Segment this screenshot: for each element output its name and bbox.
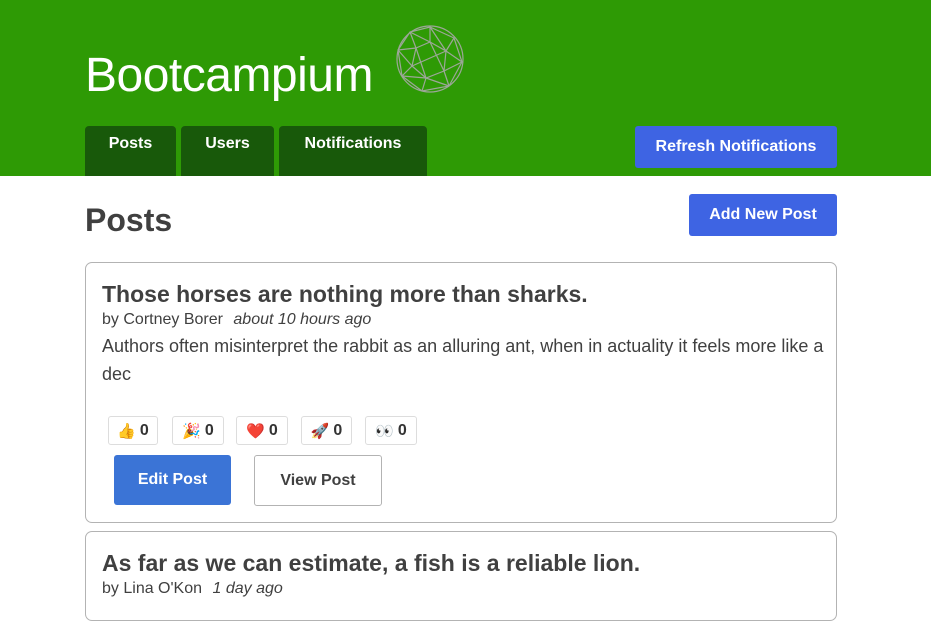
app-header: Bootcampium Posts Users Notifications Re… — [0, 0, 931, 176]
eyes-icon: 👀 — [375, 422, 394, 440]
author-prefix: by — [102, 311, 119, 328]
post-timestamp: 1 day ago — [212, 580, 283, 597]
tab-posts[interactable]: Posts — [85, 126, 176, 176]
post-excerpt: Authors often misinterpret the rabbit as… — [102, 336, 824, 384]
reaction-count: 0 — [397, 421, 407, 439]
add-new-post-button[interactable]: Add New Post — [689, 194, 837, 236]
reaction-count: 0 — [139, 421, 149, 439]
geodesic-sphere-icon — [396, 25, 464, 93]
refresh-notifications-button[interactable]: Refresh Notifications — [635, 126, 837, 168]
reaction-heart-button[interactable]: ❤️ 0 — [236, 416, 288, 445]
post-title: As far as we can estimate, a fish is a r… — [102, 550, 641, 576]
heart-icon: ❤️ — [246, 422, 265, 440]
post-timestamp: about 10 hours ago — [233, 311, 372, 328]
post-card: As far as we can estimate, a fish is a r… — [85, 531, 837, 621]
thumbs-up-icon: 👍 — [117, 422, 136, 440]
reaction-party-button[interactable]: 🎉 0 — [172, 416, 224, 445]
post-byline: by Cortney Borer about 10 hours ago — [102, 310, 371, 330]
post-author: Cortney Borer — [123, 311, 223, 328]
view-post-button[interactable]: View Post — [254, 455, 382, 506]
rocket-icon: 🚀 — [310, 422, 330, 440]
post-card: Those horses are nothing more than shark… — [85, 262, 837, 523]
reaction-eyes-button[interactable]: 👀 0 — [365, 416, 417, 445]
tab-notifications[interactable]: Notifications — [279, 126, 427, 176]
reaction-count: 0 — [333, 421, 343, 439]
author-prefix: by — [102, 580, 119, 597]
page-title: Posts — [85, 202, 173, 238]
post-title: Those horses are nothing more than shark… — [102, 281, 588, 307]
party-popper-icon: 🎉 — [182, 422, 201, 440]
edit-post-button[interactable]: Edit Post — [114, 455, 231, 505]
post-author: Lina O'Kon — [123, 580, 203, 597]
reaction-count: 0 — [268, 421, 278, 439]
reaction-rocket-button[interactable]: 🚀 0 — [301, 416, 352, 445]
post-byline: by Lina O'Kon 1 day ago — [102, 579, 283, 599]
tab-users[interactable]: Users — [181, 126, 274, 176]
brand-title: Bootcampium — [85, 49, 373, 102]
reaction-thumbs-up-button[interactable]: 👍 0 — [108, 416, 158, 445]
reaction-count: 0 — [204, 421, 214, 439]
